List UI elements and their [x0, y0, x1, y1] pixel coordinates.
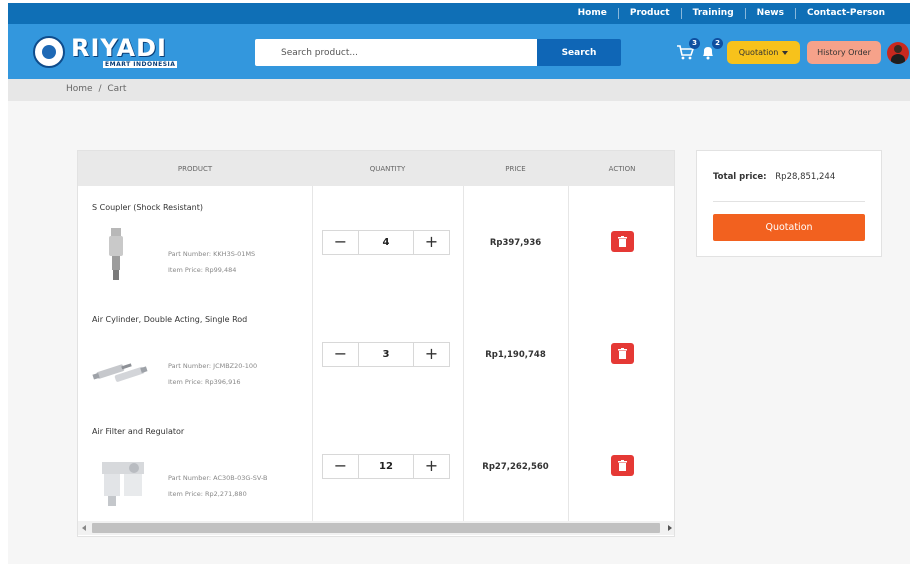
table-row: S Coupler (Shock Resistant) Part Number:…	[78, 186, 674, 298]
total-price-value: Rp28,851,244	[775, 172, 836, 182]
scroll-left-icon[interactable]	[82, 525, 86, 531]
item-price: Item Price: Rp2,271,880	[168, 490, 247, 498]
item-price: Item Price: Rp396,916	[168, 378, 241, 386]
logo-subtitle: EMART INDONESIA	[103, 61, 178, 68]
increase-quantity-button[interactable]: +	[413, 343, 449, 366]
top-nav: Home Product Training News Contact-Perso…	[8, 3, 910, 24]
quantity-stepper: − 12 +	[322, 454, 450, 479]
nav-contact-person[interactable]: Contact-Person	[794, 8, 896, 19]
product-image[interactable]	[92, 354, 148, 384]
product-name[interactable]: S Coupler (Shock Resistant)	[92, 203, 203, 212]
order-summary: Total price: Rp28,851,244 Quotation	[696, 150, 882, 257]
item-price: Item Price: Rp99,484	[168, 266, 237, 274]
header-price: PRICE	[505, 165, 526, 173]
table-row: Air Cylinder, Double Acting, Single Rod …	[78, 298, 674, 410]
quotation-dropdown-label: Quotation	[738, 48, 779, 57]
scrollbar-thumb[interactable]	[92, 523, 660, 533]
table-row: Air Filter and Regulator Part Number: AC…	[78, 410, 674, 522]
horizontal-scrollbar[interactable]	[78, 521, 674, 535]
trash-icon	[618, 460, 627, 471]
decrease-quantity-button[interactable]: −	[323, 231, 359, 254]
decrease-quantity-button[interactable]: −	[323, 455, 359, 478]
delete-button[interactable]	[611, 343, 634, 364]
quantity-stepper: − 4 +	[322, 230, 450, 255]
product-name[interactable]: Air Filter and Regulator	[92, 427, 184, 436]
notification-button[interactable]: 2	[699, 38, 723, 60]
row-price: Rp397,936	[489, 238, 542, 248]
trash-icon	[618, 348, 627, 359]
quantity-value[interactable]: 12	[359, 455, 413, 478]
nav-home[interactable]: Home	[567, 8, 618, 19]
nav-product[interactable]: Product	[617, 8, 681, 19]
product-image[interactable]	[108, 228, 124, 280]
cart-button[interactable]: 3	[676, 38, 700, 60]
part-number: Part Number: JCMBZ20-100	[168, 362, 258, 370]
quantity-stepper: − 3 +	[322, 342, 450, 367]
total-price: Total price: Rp28,851,244	[713, 172, 835, 182]
logo-brand: RIYADI	[71, 34, 167, 62]
increase-quantity-button[interactable]: +	[413, 455, 449, 478]
delete-button[interactable]	[611, 231, 634, 252]
divider	[713, 201, 865, 202]
notification-count-badge: 2	[712, 38, 723, 49]
caret-down-icon	[782, 50, 789, 55]
row-price: Rp1,190,748	[485, 350, 546, 360]
request-quotation-button[interactable]: Quotation	[713, 214, 865, 241]
nav-news[interactable]: News	[744, 8, 795, 19]
row-price: Rp27,262,560	[482, 462, 549, 472]
part-number: Part Number: AC30B-03G-SV-B	[168, 474, 268, 482]
quantity-value[interactable]: 4	[359, 231, 413, 254]
scroll-right-icon[interactable]	[668, 525, 672, 531]
breadcrumb-home[interactable]: Home	[66, 84, 93, 94]
breadcrumb: Home / Cart	[66, 84, 129, 94]
quantity-value[interactable]: 3	[359, 343, 413, 366]
breadcrumb-current: Cart	[107, 84, 127, 94]
breadcrumb-separator: /	[98, 84, 102, 94]
part-number: Part Number: KKH3S-01MS	[168, 250, 256, 258]
header-action: ACTION	[608, 165, 636, 173]
product-image[interactable]	[98, 458, 148, 510]
increase-quantity-button[interactable]: +	[413, 231, 449, 254]
search-button[interactable]: Search	[537, 39, 621, 66]
header-product: PRODUCT	[177, 165, 213, 173]
product-name[interactable]: Air Cylinder, Double Acting, Single Rod	[92, 315, 247, 324]
logo-emblem-icon	[33, 36, 65, 68]
nav-training[interactable]: Training	[680, 8, 745, 19]
table-header: PRODUCT QUANTITY PRICE ACTION	[78, 151, 674, 186]
user-avatar[interactable]	[887, 42, 909, 64]
header-quantity: QUANTITY	[369, 165, 406, 173]
breadcrumb-bar: Home / Cart	[8, 79, 910, 101]
history-order-button[interactable]: History Order	[807, 41, 881, 64]
logo[interactable]: RIYADI EMART INDONESIA	[33, 34, 193, 70]
delete-button[interactable]	[611, 455, 634, 476]
cart-table: PRODUCT QUANTITY PRICE ACTION S Coupler …	[77, 150, 675, 537]
decrease-quantity-button[interactable]: −	[323, 343, 359, 366]
trash-icon	[618, 236, 627, 247]
search-input[interactable]	[255, 39, 537, 66]
quotation-dropdown-button[interactable]: Quotation	[727, 41, 800, 64]
total-price-label: Total price:	[713, 172, 767, 182]
